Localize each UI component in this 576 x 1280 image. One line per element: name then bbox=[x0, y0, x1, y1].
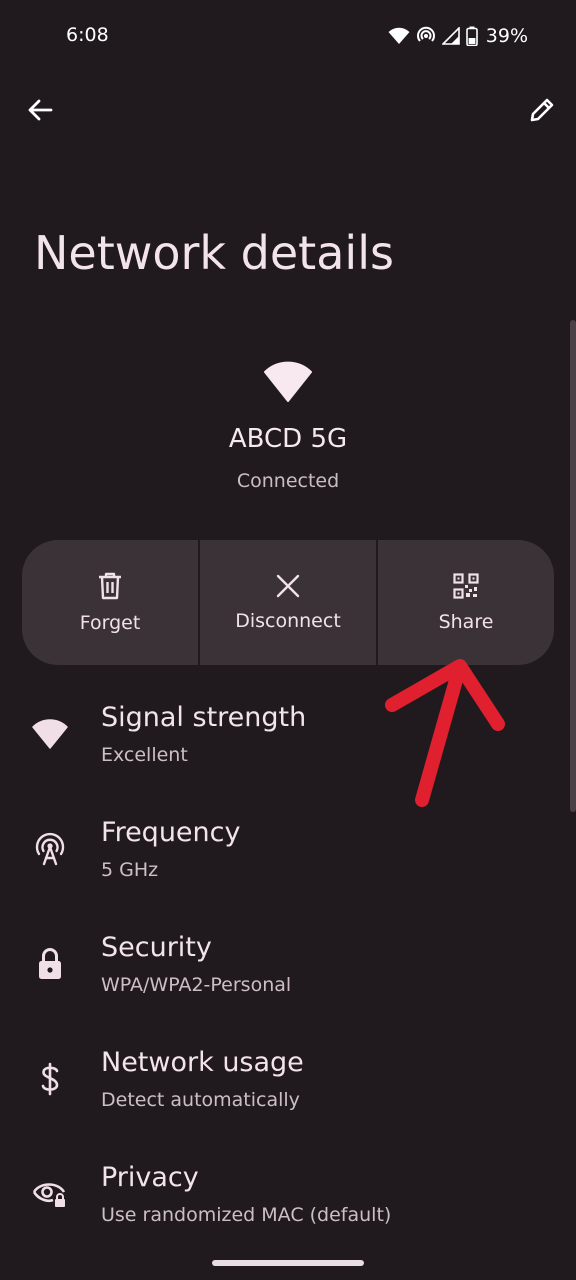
share-label: Share bbox=[438, 610, 494, 633]
close-icon bbox=[276, 574, 300, 597]
wifi-status-icon bbox=[388, 27, 410, 44]
status-time: 6:08 bbox=[66, 24, 109, 46]
network-usage-value: Detect automatically bbox=[101, 1089, 300, 1111]
signal-strength-title: Signal strength bbox=[101, 702, 307, 733]
network-usage-row[interactable]: Network usage Detect automatically bbox=[0, 1025, 576, 1140]
frequency-title: Frequency bbox=[101, 817, 241, 848]
trash-icon bbox=[99, 572, 121, 599]
network-name: ABCD 5G bbox=[228, 424, 348, 454]
forget-label: Forget bbox=[79, 611, 141, 634]
battery-icon bbox=[465, 26, 478, 46]
disconnect-label: Disconnect bbox=[235, 609, 341, 632]
edit-button[interactable] bbox=[518, 86, 566, 134]
share-button[interactable]: Share bbox=[378, 540, 554, 665]
back-button[interactable] bbox=[16, 86, 64, 134]
wifi-icon bbox=[30, 714, 70, 754]
lock-icon bbox=[30, 944, 70, 984]
security-value: WPA/WPA2-Personal bbox=[101, 974, 292, 996]
status-icons: 39% bbox=[388, 24, 528, 48]
privacy-row[interactable]: Privacy Use randomized MAC (default) bbox=[0, 1140, 576, 1255]
battery-percentage: 39% bbox=[485, 25, 528, 47]
qr-code-icon bbox=[453, 572, 479, 599]
navigation-handle[interactable] bbox=[212, 1260, 364, 1266]
disconnect-button[interactable]: Disconnect bbox=[200, 540, 376, 665]
antenna-icon bbox=[30, 829, 70, 869]
forget-button[interactable]: Forget bbox=[22, 540, 198, 665]
network-usage-title: Network usage bbox=[101, 1047, 304, 1078]
security-row[interactable]: Security WPA/WPA2-Personal bbox=[0, 910, 576, 1025]
page-title: Network details bbox=[34, 226, 394, 280]
hotspot-status-icon bbox=[416, 26, 435, 42]
action-bar: Forget Disconnect Share bbox=[22, 540, 554, 665]
eye-lock-icon bbox=[30, 1174, 70, 1214]
dollar-icon bbox=[30, 1059, 70, 1099]
cell-signal-icon bbox=[441, 27, 460, 45]
arrow-back-icon bbox=[28, 99, 53, 121]
connection-status: Connected bbox=[236, 470, 340, 492]
privacy-value: Use randomized MAC (default) bbox=[101, 1204, 392, 1226]
network-header: ABCD 5G Connected bbox=[0, 360, 576, 492]
annotation-arrow-icon bbox=[385, 659, 505, 807]
status-bar: 6:08 39% bbox=[0, 0, 576, 72]
frequency-value: 5 GHz bbox=[101, 859, 159, 881]
signal-strength-value: Excellent bbox=[101, 744, 188, 766]
security-title: Security bbox=[101, 932, 212, 963]
network-details-screen: 6:08 39% Network details ABCD 5G Connect… bbox=[0, 0, 576, 1280]
privacy-title: Privacy bbox=[101, 1162, 199, 1193]
wifi-icon bbox=[264, 361, 312, 402]
pencil-icon bbox=[530, 98, 554, 122]
